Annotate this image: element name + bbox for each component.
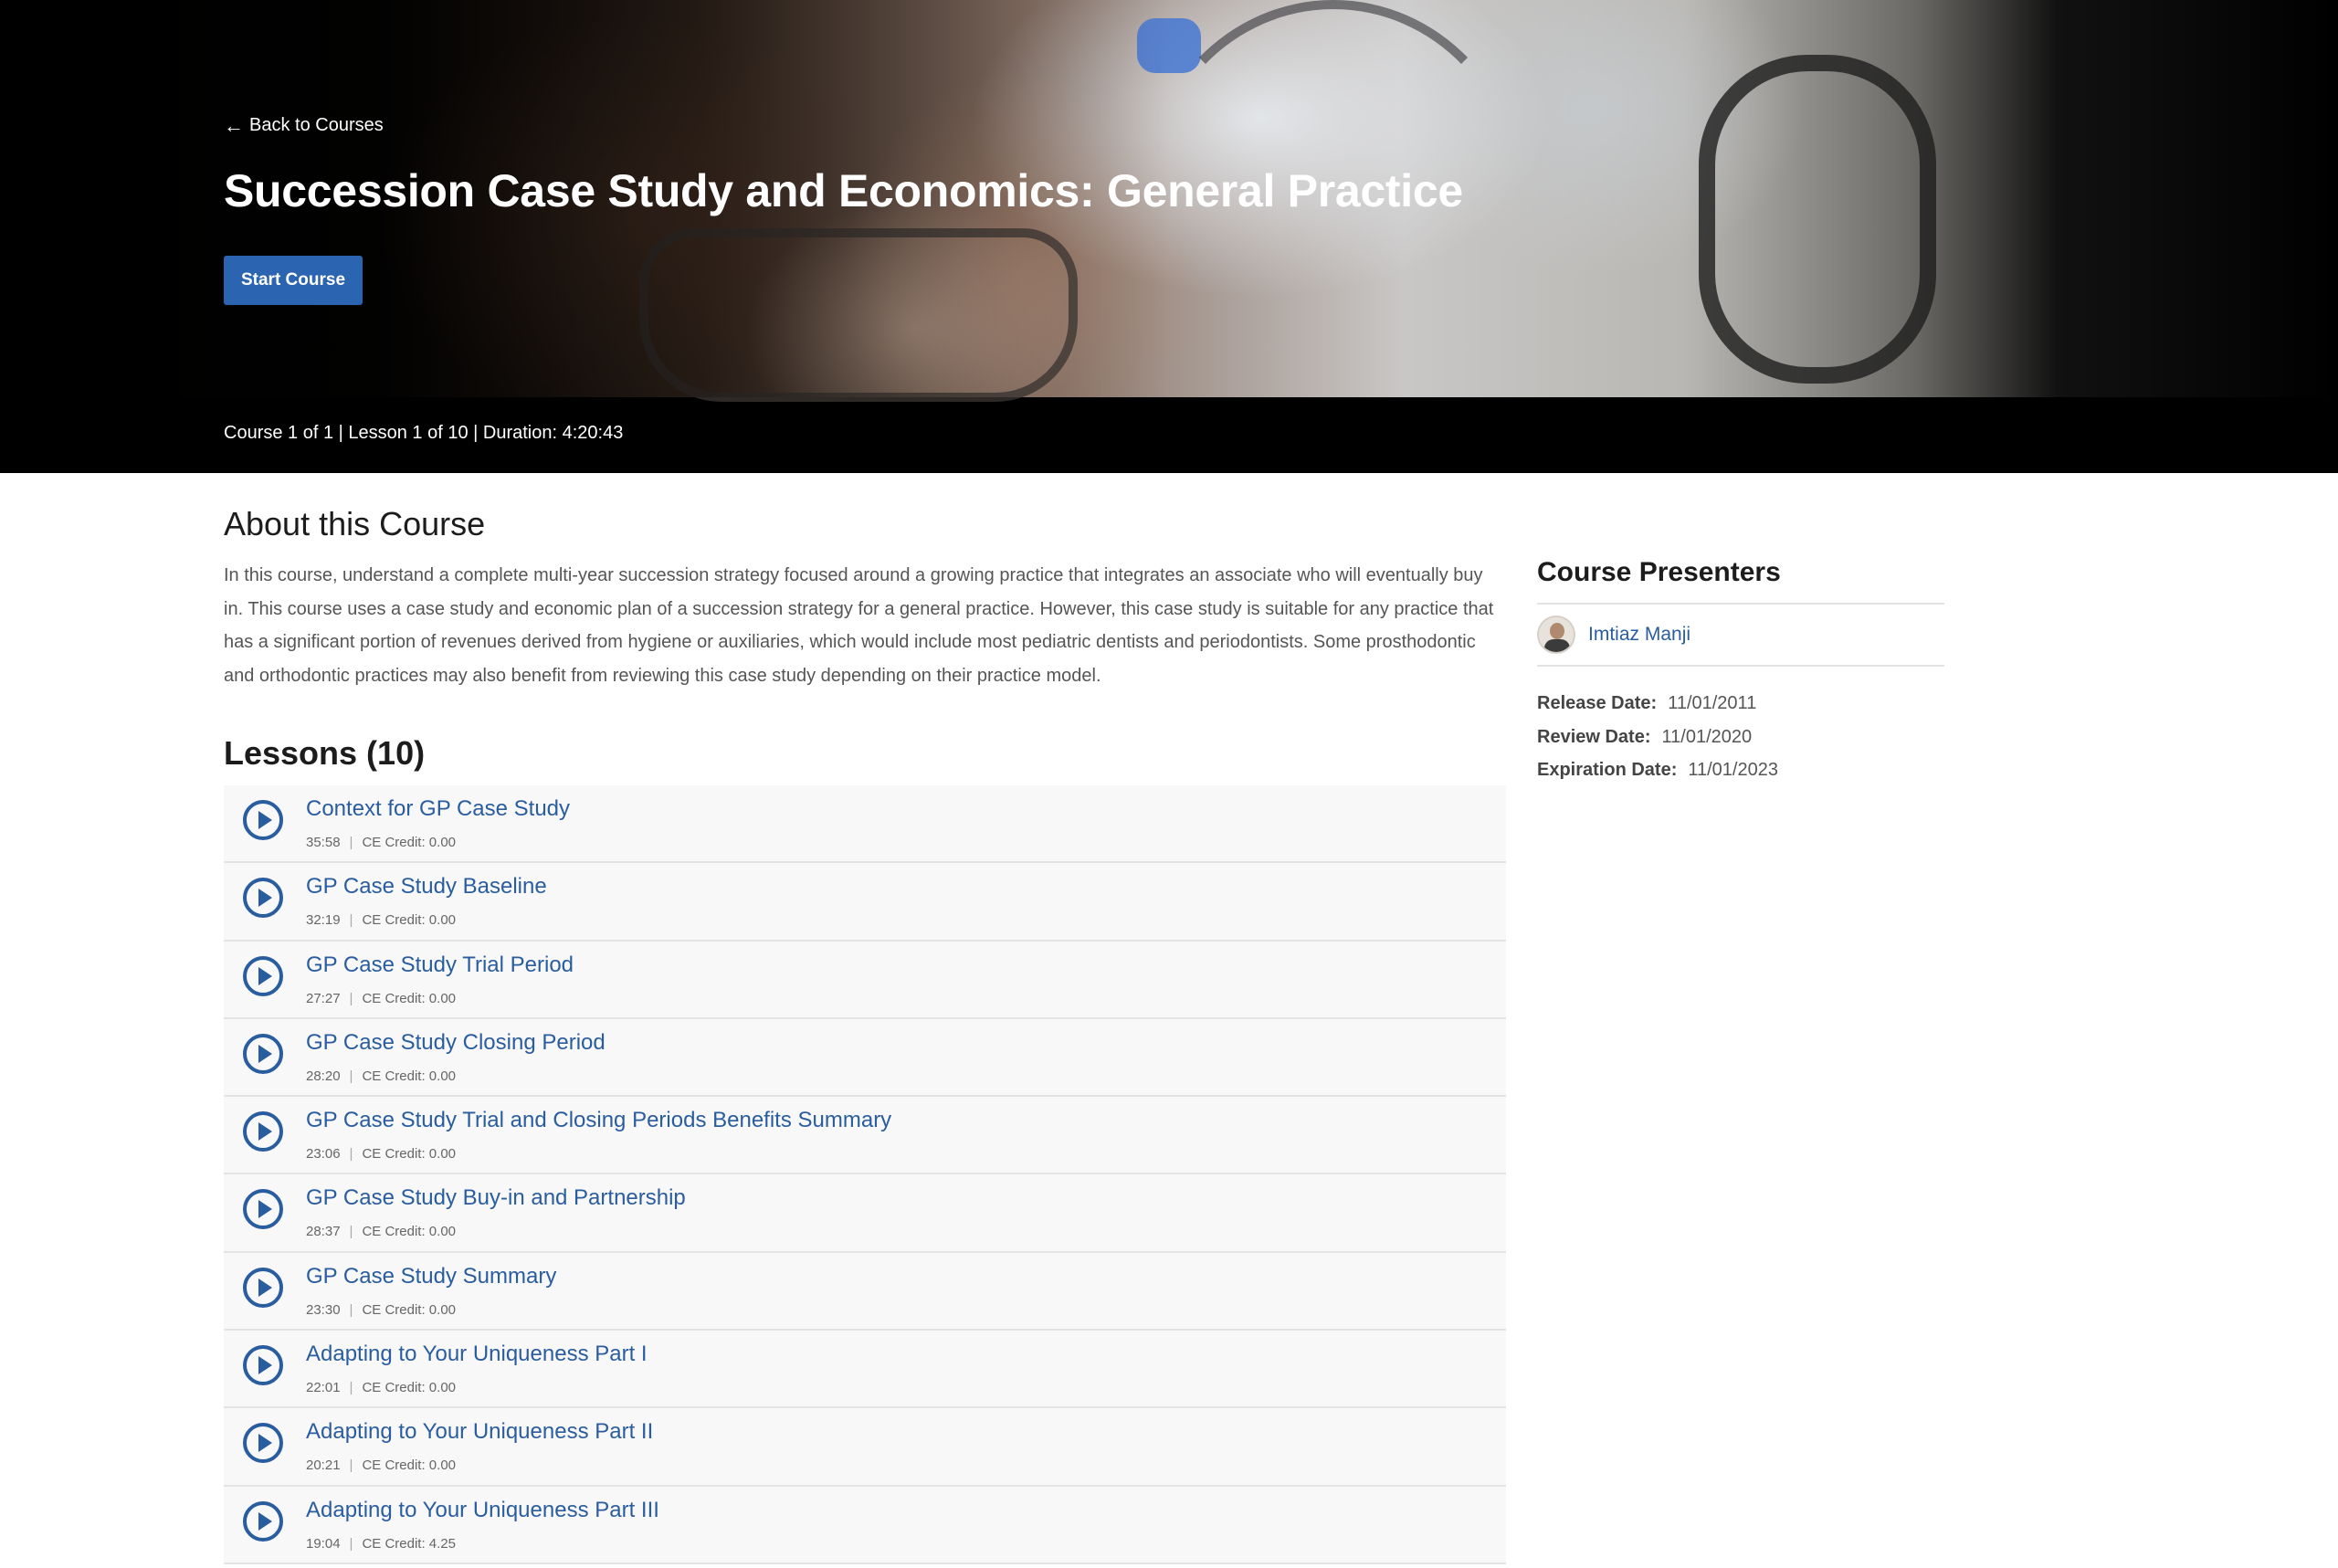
- lesson-meta: 23:30 | CE Credit: 0.00: [306, 1302, 456, 1318]
- lesson-duration: 23:06: [306, 1146, 341, 1163]
- lesson-credit: CE Credit: 0.00: [362, 1380, 456, 1396]
- meta-divider: |: [349, 1146, 353, 1163]
- lesson-item[interactable]: GP Case Study Summary 23:30 | CE Credit: 0…: [224, 1252, 1506, 1331]
- avatar-body: [1544, 639, 1570, 652]
- play-circle-icon[interactable]: [242, 1033, 284, 1075]
- about-description: In this course, understand a complete mu…: [224, 565, 1494, 686]
- lesson-item[interactable]: GP Case Study Trial Period 27:27 | CE Cred…: [224, 941, 1506, 1019]
- lesson-item[interactable]: GP Case Study Trial and Closing Periods …: [224, 1097, 1506, 1175]
- play-circle-icon[interactable]: [242, 1110, 284, 1152]
- lesson-meta: 23:06 | CE Credit: 0.00: [306, 1146, 456, 1162]
- meta-divider: |: [349, 1224, 353, 1240]
- lesson-meta: 27:27 | CE Credit: 0.00: [306, 991, 456, 1006]
- lesson-title-link[interactable]: GP Case Study Baseline: [306, 874, 547, 900]
- meta-divider: |: [349, 1535, 353, 1552]
- lesson-credit: CE Credit: 0.00: [362, 1458, 456, 1474]
- lesson-credit: CE Credit: 0.00: [362, 1301, 456, 1318]
- lesson-duration: 32:19: [306, 912, 341, 929]
- meta-divider: |: [349, 912, 353, 929]
- lesson-duration: 28:20: [306, 1068, 341, 1084]
- presenter-name-link[interactable]: Imtiaz Manji: [1588, 624, 1690, 646]
- lesson-credit: CE Credit: 4.25: [362, 1535, 456, 1552]
- play-circle-icon[interactable]: [242, 799, 284, 841]
- lesson-duration: 27:27: [306, 990, 341, 1006]
- lesson-credit: CE Credit: 0.00: [362, 1068, 456, 1084]
- lesson-title-link[interactable]: Adapting to Your Uniqueness Part II: [306, 1419, 653, 1445]
- lesson-title-link[interactable]: GP Case Study Trial Period: [306, 952, 574, 978]
- play-circle-icon[interactable]: [242, 1422, 284, 1464]
- avatar-head: [1550, 623, 1564, 639]
- lesson-meta: 35:58 | CE Credit: 0.00: [306, 835, 456, 850]
- play-circle-icon[interactable]: [242, 955, 284, 997]
- lesson-title-link[interactable]: Context for GP Case Study: [306, 796, 570, 822]
- meta-divider: |: [349, 1068, 353, 1084]
- lesson-credit: CE Credit: 0.00: [362, 912, 456, 929]
- lessons-list: Context for GP Case Study 35:58 | CE Credi…: [224, 785, 1506, 1564]
- play-circle-icon[interactable]: [242, 1188, 284, 1230]
- play-circle-icon[interactable]: [242, 877, 284, 919]
- lesson-meta: 20:21 | CE Credit: 0.00: [306, 1458, 456, 1473]
- lesson-item[interactable]: Context for GP Case Study 35:58 | CE Credi…: [224, 785, 1506, 864]
- about-heading: About this Course: [224, 505, 486, 542]
- play-circle-icon[interactable]: [242, 1500, 284, 1542]
- play-circle-icon[interactable]: [242, 1267, 284, 1309]
- lesson-credit: CE Credit: 0.00: [362, 1224, 456, 1240]
- meta-divider: |: [349, 1458, 353, 1474]
- start-course-button[interactable]: Start Course: [224, 256, 363, 305]
- lesson-item[interactable]: Adapting to Your Uniqueness Part I 22:01…: [224, 1331, 1506, 1409]
- course-meta: Course 1 of 1 | Lesson 1 of 10 | Duratio…: [224, 423, 624, 443]
- lesson-item[interactable]: Adapting to Your Uniqueness Part II 20:2…: [224, 1408, 1506, 1487]
- lesson-duration: 19:04: [306, 1535, 341, 1552]
- expiration-date-label: Expiration Date:: [1537, 760, 1678, 780]
- lessons-heading: Lessons (10): [224, 734, 426, 772]
- back-to-courses-link[interactable]: ← Back to Courses: [224, 115, 384, 136]
- lesson-credit: CE Credit: 0.00: [362, 835, 456, 850]
- lesson-meta: 19:04 | CE Credit: 4.25: [306, 1536, 456, 1552]
- lesson-meta: 32:19 | CE Credit: 0.00: [306, 912, 456, 928]
- review-date-value: 11/01/2020: [1661, 726, 1753, 747]
- expiration-date-row: Expiration Date: 11/01/2023: [1537, 753, 1778, 787]
- arrow-left-icon: ←: [224, 113, 244, 137]
- review-date-row: Review Date: 11/01/2020: [1537, 721, 1778, 754]
- lesson-title-link[interactable]: GP Case Study Summary: [306, 1264, 556, 1289]
- lesson-credit: CE Credit: 0.00: [362, 1146, 456, 1163]
- review-date-label: Review Date:: [1537, 726, 1651, 747]
- meta-divider: |: [349, 990, 353, 1006]
- lesson-title-link[interactable]: Adapting to Your Uniqueness Part III: [306, 1498, 659, 1523]
- presenter-avatar[interactable]: [1537, 616, 1575, 654]
- lesson-duration: 28:37: [306, 1224, 341, 1240]
- meta-divider: |: [349, 1380, 353, 1396]
- meta-divider: |: [349, 1301, 353, 1318]
- play-circle-icon[interactable]: [242, 1344, 284, 1386]
- back-link-label: Back to Courses: [249, 115, 384, 135]
- lesson-title-link[interactable]: GP Case Study Buy-in and Partnership: [306, 1185, 686, 1211]
- meta-divider: |: [349, 835, 353, 850]
- lesson-title-link[interactable]: GP Case Study Trial and Closing Periods …: [306, 1108, 891, 1133]
- course-hero: ← Back to Courses Succession Case Study …: [0, 0, 2338, 473]
- lesson-item[interactable]: Adapting to Your Uniqueness Part III 19:…: [224, 1486, 1506, 1564]
- lesson-duration: 35:58: [306, 835, 341, 850]
- course-title: Succession Case Study and Economics: Gen…: [224, 165, 1463, 216]
- release-date-label: Release Date:: [1537, 693, 1658, 713]
- lesson-duration: 23:30: [306, 1301, 341, 1318]
- lesson-title-link[interactable]: Adapting to Your Uniqueness Part I: [306, 1342, 648, 1367]
- lesson-meta: 28:20 | CE Credit: 0.00: [306, 1068, 456, 1084]
- lesson-duration: 22:01: [306, 1380, 341, 1396]
- lesson-item[interactable]: GP Case Study Baseline 32:19 | CE Credit: …: [224, 863, 1506, 942]
- release-date-value: 11/01/2011: [1668, 693, 1757, 713]
- lesson-title-link[interactable]: GP Case Study Closing Period: [306, 1030, 606, 1056]
- lesson-meta: 22:01 | CE Credit: 0.00: [306, 1380, 456, 1395]
- lesson-item[interactable]: GP Case Study Closing Period 28:20 | CE Cr…: [224, 1018, 1506, 1098]
- course-dates: Release Date: 11/01/2011 Review Date: 11…: [1537, 687, 1778, 787]
- lesson-duration: 20:21: [306, 1458, 341, 1474]
- release-date-row: Release Date: 11/01/2011: [1537, 687, 1778, 721]
- expiration-date-value: 11/01/2023: [1688, 760, 1778, 780]
- presenter-row: Imtiaz Manji: [1537, 603, 1944, 667]
- presenters-heading: Course Presenters: [1537, 557, 1781, 587]
- lesson-meta: 28:37 | CE Credit: 0.00: [306, 1224, 456, 1239]
- lesson-credit: CE Credit: 0.00: [362, 990, 456, 1006]
- lesson-item[interactable]: GP Case Study Buy-in and Partnership 28:…: [224, 1174, 1506, 1253]
